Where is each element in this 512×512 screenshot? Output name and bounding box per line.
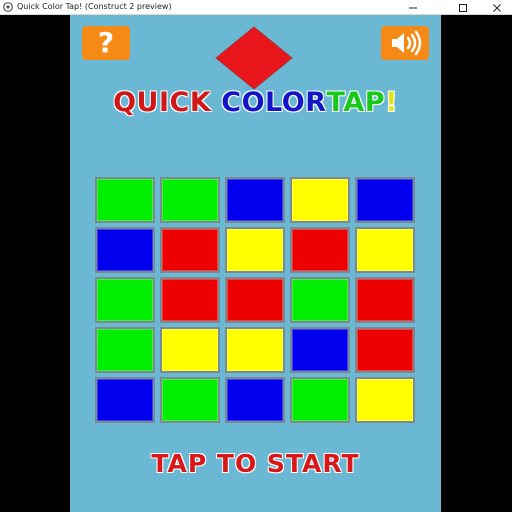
color-tile-grid	[95, 177, 417, 423]
sound-button[interactable]	[381, 26, 429, 60]
tap-to-start-prompt[interactable]: TAP TO START	[70, 449, 441, 478]
color-tile[interactable]	[355, 177, 415, 223]
color-tile[interactable]	[290, 377, 350, 423]
color-tile[interactable]	[355, 377, 415, 423]
color-tile[interactable]	[95, 327, 155, 373]
close-icon	[493, 3, 501, 12]
color-tile[interactable]	[290, 327, 350, 373]
color-tile[interactable]	[160, 277, 220, 323]
title-word-color: COLOR	[221, 87, 327, 118]
close-button[interactable]	[480, 0, 512, 15]
maximize-icon	[459, 3, 467, 12]
title-exclamation: !	[385, 87, 398, 118]
help-button[interactable]: ?	[82, 26, 130, 60]
color-tile[interactable]	[160, 227, 220, 273]
maximize-button[interactable]	[446, 0, 480, 15]
color-tile[interactable]	[355, 227, 415, 273]
window-titlebar: Quick Color Tap! (Construct 2 preview)	[0, 0, 512, 15]
color-tile[interactable]	[225, 277, 285, 323]
minimize-button[interactable]	[396, 0, 430, 15]
color-tile[interactable]	[160, 177, 220, 223]
title-word-tap: TAP	[326, 87, 386, 118]
help-button-label: ?	[97, 26, 115, 59]
color-tile[interactable]	[160, 327, 220, 373]
color-tile[interactable]	[95, 277, 155, 323]
target-color-diamond	[215, 26, 293, 90]
game-canvas[interactable]: ? QUICK COLORTAP! TAP TO START	[70, 15, 441, 512]
game-title: QUICK COLORTAP!	[70, 87, 441, 121]
color-tile[interactable]	[225, 227, 285, 273]
title-word-quick: QUICK	[113, 87, 212, 118]
color-tile[interactable]	[355, 327, 415, 373]
color-tile[interactable]	[95, 177, 155, 223]
color-tile[interactable]	[355, 277, 415, 323]
window-title: Quick Color Tap! (Construct 2 preview)	[17, 2, 172, 11]
color-tile[interactable]	[290, 277, 350, 323]
app-icon	[3, 2, 13, 12]
color-tile[interactable]	[290, 227, 350, 273]
color-tile[interactable]	[95, 377, 155, 423]
speaker-icon	[392, 30, 422, 56]
color-tile[interactable]	[225, 327, 285, 373]
color-tile[interactable]	[225, 177, 285, 223]
minimize-icon	[409, 7, 417, 8]
color-tile[interactable]	[160, 377, 220, 423]
color-tile[interactable]	[290, 177, 350, 223]
color-tile[interactable]	[95, 227, 155, 273]
color-tile[interactable]	[225, 377, 285, 423]
